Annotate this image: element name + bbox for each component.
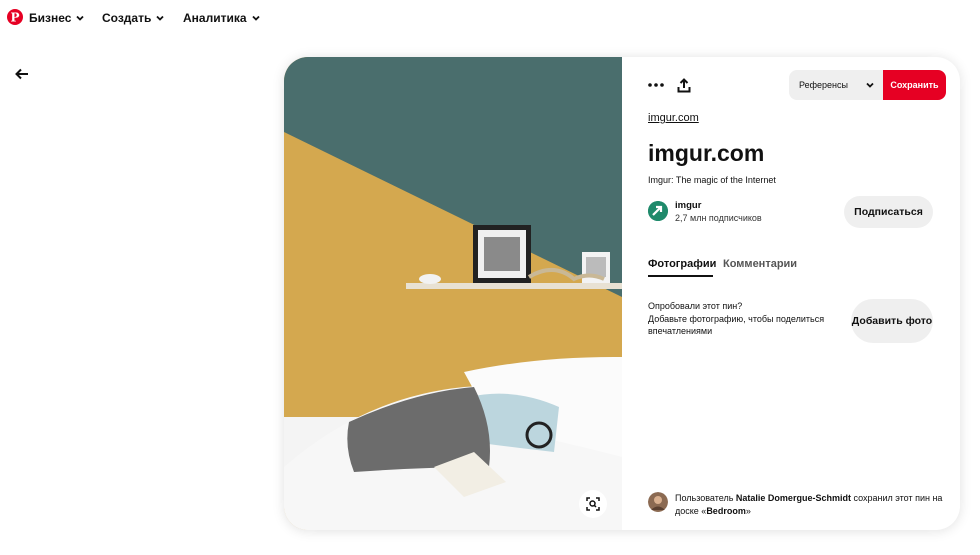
saved-by-text: Пользователь Natalie Domergue-Schmidt со… bbox=[675, 492, 950, 518]
board-select[interactable]: Референсы bbox=[789, 70, 883, 100]
back-button[interactable] bbox=[12, 64, 32, 84]
pin-description: Imgur: The magic of the Internet bbox=[648, 175, 776, 185]
visual-search-button[interactable] bbox=[579, 490, 607, 518]
pin-details: Референсы Сохранить imgur.com imgur.com … bbox=[622, 57, 960, 530]
chevron-down-icon bbox=[866, 82, 874, 88]
active-tab-underline bbox=[648, 275, 713, 277]
tab-photos[interactable]: Фотографии bbox=[648, 258, 716, 270]
more-options-button[interactable] bbox=[644, 73, 668, 97]
saver-avatar[interactable] bbox=[648, 492, 668, 512]
lens-icon bbox=[586, 497, 600, 511]
imgur-avatar-icon bbox=[648, 201, 668, 221]
add-photo-button[interactable]: Добавить фото bbox=[851, 299, 933, 343]
saved-by-suffix: » bbox=[745, 506, 751, 516]
pin-title: imgur.com bbox=[648, 140, 765, 166]
try-pin-prompt: Опробовали этот пин? Добавьте фотографию… bbox=[648, 300, 848, 338]
nav-analytics-menu[interactable]: Аналитика bbox=[183, 11, 261, 25]
subscribe-button[interactable]: Подписаться bbox=[844, 196, 933, 228]
saved-by-prefix: Пользователь bbox=[675, 493, 734, 503]
pin-card: Референсы Сохранить imgur.com imgur.com … bbox=[284, 57, 960, 530]
save-button[interactable]: Сохранить bbox=[883, 70, 946, 100]
try-pin-line2: Добавьте фотографию, чтобы поделиться вп… bbox=[648, 313, 825, 337]
nav-business-menu[interactable]: Бизнес bbox=[29, 11, 85, 25]
chevron-down-icon bbox=[76, 15, 85, 21]
board-name[interactable]: Bedroom bbox=[706, 506, 746, 516]
author-name[interactable]: imgur bbox=[675, 200, 701, 211]
author-subscribers: 2,7 млн подписчиков bbox=[675, 213, 762, 223]
pin-image[interactable] bbox=[284, 57, 622, 530]
nav-business-label: Бизнес bbox=[29, 11, 72, 25]
pinterest-logo-icon[interactable]: P bbox=[7, 9, 23, 25]
user-avatar-icon bbox=[648, 492, 668, 512]
nav-create-menu[interactable]: Создать bbox=[102, 11, 165, 25]
saver-name[interactable]: Natalie Domergue-Schmidt bbox=[736, 493, 851, 503]
more-dots-icon bbox=[648, 83, 664, 87]
board-select-label: Референсы bbox=[799, 80, 848, 90]
share-icon bbox=[677, 77, 691, 92]
nav-create-label: Создать bbox=[102, 11, 152, 25]
svg-text:P: P bbox=[10, 11, 19, 25]
top-nav: P Бизнес Создать Аналитика bbox=[0, 0, 980, 36]
source-link[interactable]: imgur.com bbox=[648, 112, 699, 124]
chevron-down-icon bbox=[251, 15, 260, 21]
tab-comments[interactable]: Комментарии bbox=[723, 258, 797, 270]
share-button[interactable] bbox=[672, 73, 696, 97]
try-pin-line1: Опробовали этот пин? bbox=[648, 301, 743, 311]
author-avatar[interactable] bbox=[648, 201, 668, 221]
nav-analytics-label: Аналитика bbox=[183, 11, 247, 25]
arrow-left-icon bbox=[15, 68, 28, 80]
chevron-down-icon bbox=[156, 15, 164, 21]
